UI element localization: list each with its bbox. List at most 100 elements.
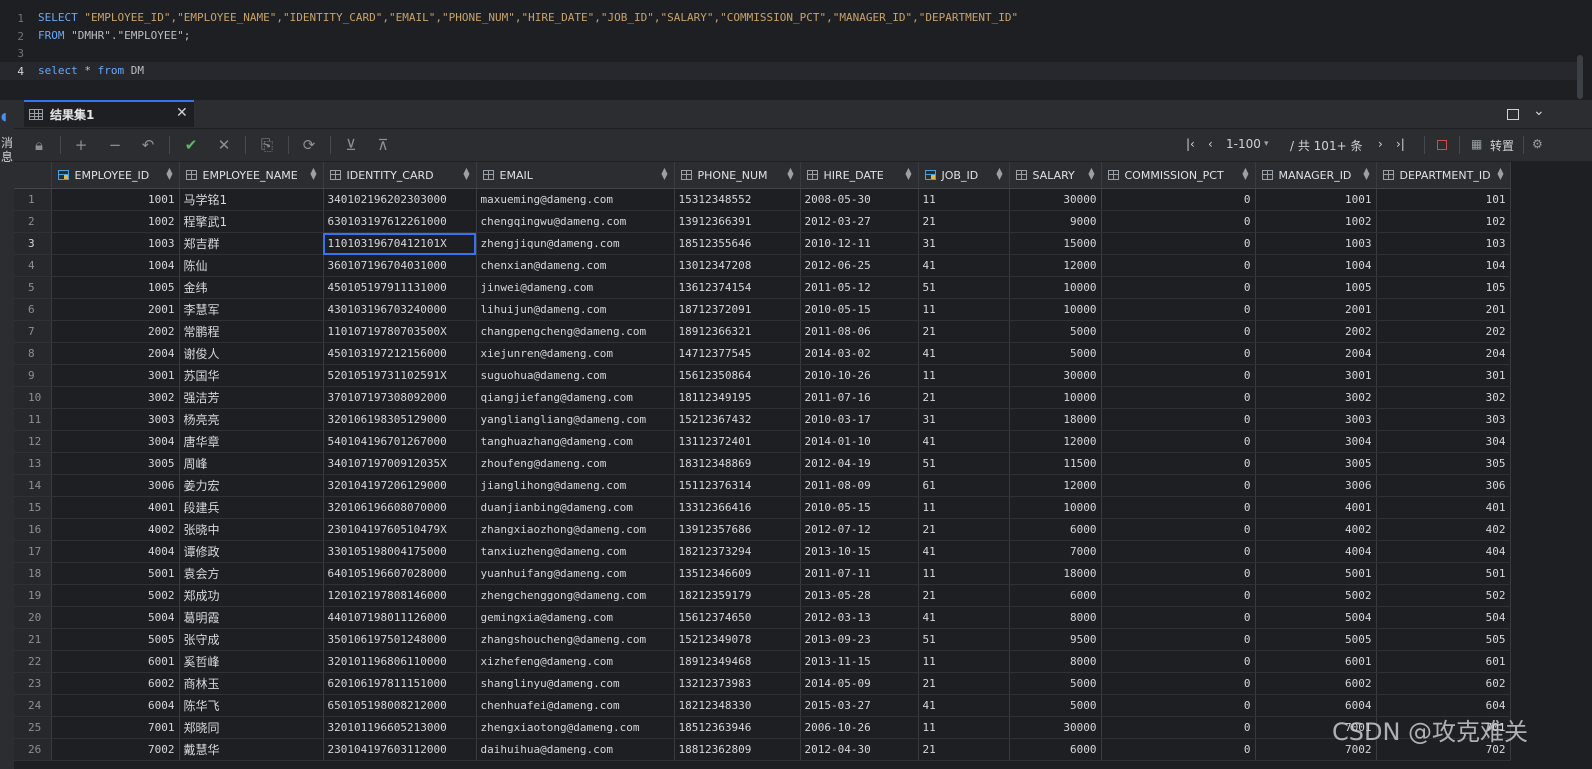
cell-job-id[interactable]: 11 — [918, 650, 1010, 673]
sort-icon[interactable]: ▲ ▼ — [1088, 167, 1094, 181]
cell-manager-id[interactable]: 1005 — [1255, 276, 1377, 299]
cell-salary[interactable]: 10000 — [1009, 298, 1102, 321]
stop-icon[interactable] — [1437, 140, 1447, 150]
column-header-phone-num[interactable]: PHONE_NUM ▲ ▼ — [674, 162, 801, 189]
cell-employee-name[interactable]: 唐华章 — [179, 430, 324, 453]
cell-phone-num[interactable]: 15112376314 — [674, 474, 801, 497]
cell-salary[interactable]: 10000 — [1009, 276, 1102, 299]
row-number[interactable]: 7 — [14, 320, 52, 343]
cell-hire-date[interactable]: 2012-03-27 — [800, 210, 919, 233]
last-page-icon[interactable]: ›| — [1396, 137, 1405, 151]
table-row[interactable]: 11 3003 杨亮亮 320106198305129000 yanglianglian… — [14, 408, 1511, 431]
cell-department-id[interactable]: 304 — [1376, 430, 1511, 453]
cell-salary[interactable]: 18000 — [1009, 408, 1102, 431]
cell-identity-card[interactable]: 320101196605213000 — [323, 716, 477, 739]
cell-employee-id[interactable]: 7001 — [51, 716, 180, 739]
cell-identity-card[interactable]: 52010519731102591X — [323, 364, 477, 387]
cell-manager-id[interactable]: 4002 — [1255, 518, 1377, 541]
cell-commission-pct[interactable]: 0 — [1101, 474, 1256, 497]
cell-employee-name[interactable]: 苏国华 — [179, 364, 324, 387]
cell-email[interactable]: zhangxiaozhong@dameng.com — [476, 518, 675, 541]
sql-editor[interactable]: 1 SELECT "EMPLOYEE_ID","EMPLOYEE_NAME","I… — [0, 0, 1592, 100]
maximize-icon[interactable] — [1507, 109, 1519, 120]
cell-hire-date[interactable]: 2011-08-06 — [800, 320, 919, 343]
close-icon[interactable]: ✕ — [176, 105, 188, 121]
sort-icon[interactable]: ▲ ▼ — [463, 167, 469, 181]
column-header-identity-card[interactable]: IDENTITY_CARD ▲ ▼ — [323, 162, 477, 189]
cell-department-id[interactable]: 302 — [1376, 386, 1511, 409]
cell-job-id[interactable]: 21 — [918, 320, 1010, 343]
cell-job-id[interactable]: 21 — [918, 738, 1010, 761]
editor-line[interactable]: 4 select * from DM — [0, 62, 1580, 80]
page-range[interactable]: 1-100 — [1226, 137, 1261, 151]
cell-manager-id[interactable]: 2004 — [1255, 342, 1377, 365]
cell-employee-name[interactable]: 强洁芳 — [179, 386, 324, 409]
cell-commission-pct[interactable]: 0 — [1101, 364, 1256, 387]
export-icon[interactable]: ⎘ — [256, 135, 278, 155]
cell-identity-card[interactable]: 11010319670412101X — [323, 232, 477, 255]
cell-employee-id[interactable]: 1005 — [51, 276, 180, 299]
cell-email[interactable]: chenhuafei@dameng.com — [476, 694, 675, 717]
cell-manager-id[interactable]: 3001 — [1255, 364, 1377, 387]
cell-email[interactable]: daihuihua@dameng.com — [476, 738, 675, 761]
cell-phone-num[interactable]: 13012347208 — [674, 254, 801, 277]
cell-employee-name[interactable]: 谭修政 — [179, 540, 324, 563]
cell-email[interactable]: changpengcheng@dameng.com — [476, 320, 675, 343]
column-header-job-id[interactable]: JOB_ID ▲ ▼ — [918, 162, 1010, 189]
cell-identity-card[interactable]: 370107197308092000 — [323, 386, 477, 409]
cell-employee-name[interactable]: 袁会方 — [179, 562, 324, 585]
cell-job-id[interactable]: 31 — [918, 408, 1010, 431]
column-filter-icon[interactable]: ⊼ — [372, 135, 394, 155]
transpose-icon[interactable]: ▦ — [1471, 137, 1482, 151]
cell-department-id[interactable]: 101 — [1376, 188, 1511, 211]
cell-hire-date[interactable]: 2012-03-13 — [800, 606, 919, 629]
cell-hire-date[interactable]: 2010-05-15 — [800, 496, 919, 519]
cell-employee-id[interactable]: 1003 — [51, 232, 180, 255]
cell-phone-num[interactable]: 18512355646 — [674, 232, 801, 255]
sort-icon[interactable]: ▲ ▼ — [787, 167, 793, 181]
table-row[interactable]: 13 3005 周峰 34010719700912035X zhoufeng@damen… — [14, 452, 1511, 475]
table-row[interactable]: 22 6001 奚哲峰 320101196806110000 xizhefeng@dam… — [14, 650, 1511, 673]
cell-department-id[interactable]: 502 — [1376, 584, 1511, 607]
editor-line[interactable]: 1 SELECT "EMPLOYEE_ID","EMPLOYEE_NAME","I… — [0, 9, 1580, 27]
first-page-icon[interactable]: |‹ — [1186, 137, 1195, 151]
cell-identity-card[interactable]: 540104196701267000 — [323, 430, 477, 453]
table-row[interactable]: 17 4004 谭修政 330105198004175000 tanxiuzheng@d… — [14, 540, 1511, 563]
cell-manager-id[interactable]: 1002 — [1255, 210, 1377, 233]
cell-job-id[interactable]: 61 — [918, 474, 1010, 497]
cell-employee-name[interactable]: 郑吉群 — [179, 232, 324, 255]
cell-email[interactable]: zhengchenggong@dameng.com — [476, 584, 675, 607]
cell-commission-pct[interactable]: 0 — [1101, 650, 1256, 673]
cell-commission-pct[interactable]: 0 — [1101, 452, 1256, 475]
cell-employee-id[interactable]: 1001 — [51, 188, 180, 211]
table-row[interactable]: 6 2001 李慧军 430103196703240000 lihuijun@damen… — [14, 298, 1511, 321]
cell-phone-num[interactable]: 18212348330 — [674, 694, 801, 717]
cell-job-id[interactable]: 11 — [918, 188, 1010, 211]
column-header-commission-pct[interactable]: COMMISSION_PCT ▲ ▼ — [1101, 162, 1256, 189]
cell-employee-id[interactable]: 4001 — [51, 496, 180, 519]
cell-identity-card[interactable]: 430103196703240000 — [323, 298, 477, 321]
cell-employee-id[interactable]: 6001 — [51, 650, 180, 673]
cell-identity-card[interactable]: 320106198305129000 — [323, 408, 477, 431]
lock-icon[interactable]: 🔒︎ — [28, 135, 50, 155]
table-row[interactable]: 1 1001 马学铭1 340102196202303000 maxueming@dam… — [14, 188, 1511, 211]
cell-hire-date[interactable]: 2015-03-27 — [800, 694, 919, 717]
cell-job-id[interactable]: 41 — [918, 606, 1010, 629]
cell-commission-pct[interactable]: 0 — [1101, 606, 1256, 629]
cell-commission-pct[interactable]: 0 — [1101, 188, 1256, 211]
cell-employee-id[interactable]: 7002 — [51, 738, 180, 761]
sort-icon[interactable]: ▲ ▼ — [1242, 167, 1248, 181]
table-row[interactable]: 23 6002 商林玉 620106197811151000 shanglinyu@da… — [14, 672, 1511, 695]
sort-icon[interactable]: ▲ ▼ — [310, 167, 316, 181]
cell-hire-date[interactable]: 2011-08-09 — [800, 474, 919, 497]
cell-salary[interactable]: 7000 — [1009, 540, 1102, 563]
sort-icon[interactable]: ▲ ▼ — [661, 167, 667, 181]
column-header-manager-id[interactable]: MANAGER_ID ▲ ▼ — [1255, 162, 1377, 189]
cell-identity-card[interactable]: 230104197603112000 — [323, 738, 477, 761]
cell-identity-card[interactable]: 320106196608070000 — [323, 496, 477, 519]
cell-employee-id[interactable]: 3001 — [51, 364, 180, 387]
cell-salary[interactable]: 12000 — [1009, 254, 1102, 277]
table-row[interactable]: 15 4001 段建兵 320106196608070000 duanjianbing@… — [14, 496, 1511, 519]
cell-email[interactable]: chenxian@dameng.com — [476, 254, 675, 277]
cell-employee-id[interactable]: 6004 — [51, 694, 180, 717]
